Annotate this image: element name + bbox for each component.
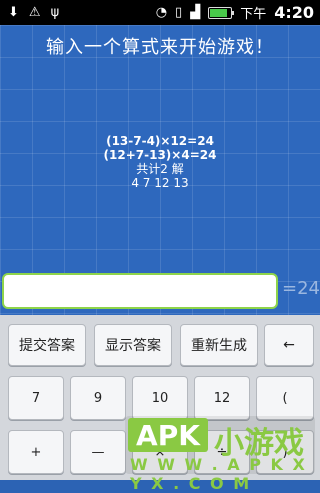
solution-line: (13-7-4)×12=24 bbox=[106, 134, 214, 148]
target-result: =24 bbox=[282, 278, 320, 299]
warning-icon: ⚠ bbox=[28, 5, 41, 20]
key-9[interactable]: 9 bbox=[70, 376, 126, 420]
vibrate-icon: ▯ bbox=[175, 5, 183, 20]
submit-answer-button[interactable]: 提交答案 bbox=[8, 324, 86, 366]
show-answer-button[interactable]: 显示答案 bbox=[94, 324, 172, 366]
watermark-logo: APK bbox=[128, 418, 208, 452]
notification-icons: ⬇ ⚠ ψ bbox=[0, 5, 59, 20]
key-10[interactable]: 10 bbox=[132, 376, 188, 420]
status-bar: ⬇ ⚠ ψ ◔ ▯ ▟ 下午 4:20 bbox=[0, 0, 320, 25]
key-minus[interactable]: — bbox=[70, 430, 126, 474]
clock: 4:20 bbox=[274, 3, 314, 22]
time-prefix: 下午 bbox=[240, 7, 267, 22]
solutions-panel: (13-7-4)×12=24 (12+7-13)×4=24 共计2 解 4 7 … bbox=[0, 134, 320, 190]
given-numbers: 4 7 12 13 bbox=[131, 176, 189, 190]
battery-icon bbox=[208, 6, 235, 19]
game-prompt: 输入一个算式来开始游戏！ bbox=[46, 37, 274, 58]
usb-icon: ψ bbox=[50, 5, 60, 20]
signal-icon: ▟ bbox=[190, 5, 201, 20]
watermark-url: W W W . A P K X Y X . C O M bbox=[130, 455, 307, 493]
solution-line: (12+7-13)×4=24 bbox=[103, 148, 217, 162]
expression-input[interactable] bbox=[2, 273, 278, 309]
key-plus[interactable]: + bbox=[8, 430, 64, 474]
backspace-key[interactable]: ← bbox=[264, 324, 314, 366]
key-12[interactable]: 12 bbox=[194, 376, 250, 420]
download-icon: ⬇ bbox=[8, 5, 19, 20]
system-icons: ◔ ▯ ▟ 下午 4:20 bbox=[156, 3, 320, 22]
key-open-paren[interactable]: ( bbox=[256, 376, 314, 420]
battery-level bbox=[210, 8, 228, 17]
wifi-icon: ◔ bbox=[155, 5, 168, 20]
key-7[interactable]: 7 bbox=[8, 376, 64, 420]
solution-count: 共计2 解 bbox=[136, 162, 184, 176]
regenerate-button[interactable]: 重新生成 bbox=[180, 324, 258, 366]
